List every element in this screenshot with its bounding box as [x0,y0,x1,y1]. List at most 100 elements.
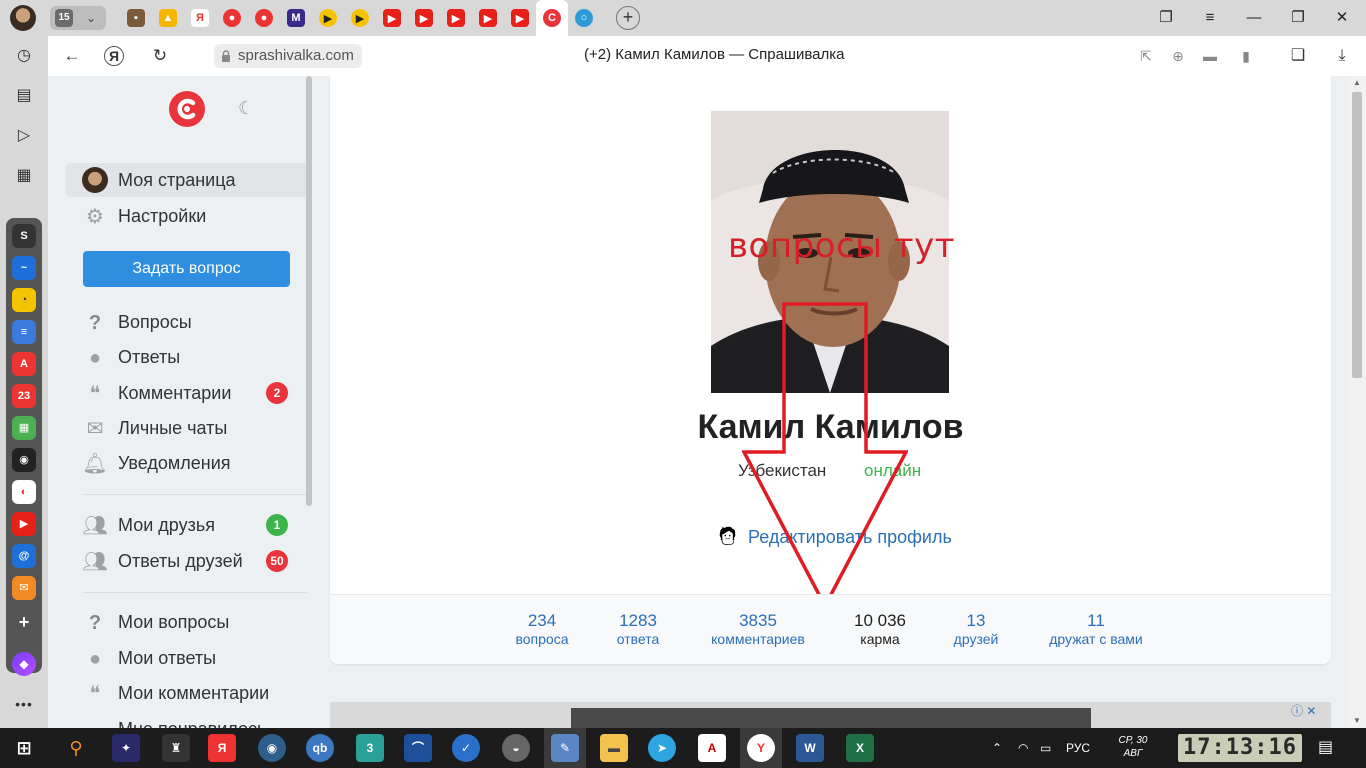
nav-notifications[interactable]: 🔔︎ Уведомления [66,446,308,480]
grid-app-icon[interactable]: ▦ [12,416,36,440]
dark-mode-toggle-icon[interactable]: ☾ [238,98,258,118]
tab-10[interactable]: ▶ [408,0,440,36]
translate-app-icon[interactable]: A [12,352,36,376]
language-indicator[interactable]: РУС [1066,728,1090,768]
nav-questions[interactable]: ? Вопросы [66,305,308,339]
user-avatar[interactable] [10,5,36,31]
nav-private-chats[interactable]: ✉ Личные чаты [66,411,308,445]
url-field[interactable]: sprashivalka.com [214,44,362,68]
stat-friends[interactable]: 13 друзей [946,611,1006,647]
nav-my-comments[interactable]: ❝ Мои комментарии [66,676,308,710]
yandex-home-icon[interactable]: Я [104,46,124,66]
app-3-icon[interactable]: 3 [356,734,384,762]
search-icon[interactable]: ⚲ [62,734,90,762]
mail-app-icon[interactable]: ✉ [12,576,36,600]
minimize-icon[interactable]: — [1232,0,1276,36]
paint-icon[interactable]: ✎ [551,734,579,762]
services-grid-icon[interactable]: ▦ [12,164,36,188]
tab-3[interactable]: Я [184,0,216,36]
reviews-icon[interactable]: ▬ [1200,46,1220,66]
reload-icon[interactable]: ↻ [148,44,172,68]
tab-active-sprashivalka[interactable]: C [536,0,568,36]
info-icon[interactable]: ⓘ [1291,704,1303,718]
youtube-app-icon[interactable]: ▶ [12,512,36,536]
tab-4[interactable]: ● [216,0,248,36]
notifications-icon[interactable]: ▤ [1318,728,1333,768]
excel-icon[interactable]: X [846,734,874,762]
windows-start-icon[interactable]: ⊞ [10,734,38,762]
wifi-icon[interactable]: ◠ [1018,728,1028,768]
media-icon[interactable]: ▷ [12,124,36,148]
wave-app-icon[interactable]: ~ [12,256,36,280]
tab-13[interactable]: ▶ [504,0,536,36]
stat-comments[interactable]: 3835 комментариев [702,611,814,647]
nav-my-answers[interactable]: ● Мои ответы [66,641,308,675]
app-check-icon[interactable]: ✓ [452,734,480,762]
music-app-icon[interactable]: ◐ [12,480,36,504]
acrobat-icon[interactable]: A [698,734,726,762]
close-icon[interactable]: ✕ [1306,704,1316,718]
app-eye-icon[interactable]: ◉ [258,734,286,762]
scroll-thumb[interactable] [1352,92,1362,378]
stat-questions[interactable]: 234 вопроса [512,611,572,647]
new-tab-button[interactable]: + [616,6,640,30]
tab-1[interactable]: ▪ [120,0,152,36]
date-display[interactable]: СР, 30 АВГ [1110,734,1156,760]
nav-answers[interactable]: ● Ответы [66,340,308,374]
alice-icon[interactable]: ◆ [12,652,36,676]
scroll-down-icon[interactable]: ▼ [1348,714,1366,728]
collections-add-icon[interactable]: ❏ [1288,46,1308,66]
restore-icon[interactable]: ❐ [1276,0,1320,36]
yandex-taskbar-icon[interactable]: Я [208,734,236,762]
nav-comments[interactable]: ❝ Комментарии 2 [66,376,308,410]
tab-12[interactable]: ▶ [472,0,504,36]
app-tower-icon[interactable]: ♜ [162,734,190,762]
word-icon[interactable]: W [796,734,824,762]
nav-my-friends[interactable]: 👥︎ Мои друзья 1 [66,508,308,542]
tray-expand-icon[interactable]: ⌃ [992,728,1002,768]
dark-app-icon[interactable]: ◉ [12,448,36,472]
stat-followers[interactable]: 11 дружат с вами [1038,611,1154,647]
tab-9[interactable]: ▶ [376,0,408,36]
ask-question-button[interactable]: Задать вопрос [83,251,290,287]
page-scrollbar[interactable]: ▲ ▼ [1348,76,1366,728]
add-app-icon[interactable]: + [12,610,36,634]
close-icon[interactable]: ✕ [1320,0,1364,36]
tab-6[interactable]: M [280,0,312,36]
tab-groups-button[interactable]: 15 ⌄ [50,6,106,30]
app-galaxy-icon[interactable]: ✦ [112,734,140,762]
bookmark-icon[interactable]: ▮ [1236,46,1256,66]
nav-liked[interactable]: ▬ Мне понравилось [66,712,308,728]
translate-icon[interactable]: ⊕ [1168,46,1188,66]
nav-my-page[interactable]: Моя страница [66,163,308,197]
s-app-icon[interactable]: S [12,224,36,248]
clock[interactable]: 17:13:16 [1178,734,1302,762]
menu-icon[interactable]: ≡ [1188,0,1232,36]
app-disk-icon[interactable]: ◒ [502,734,530,762]
tab-8[interactable]: ▶ [344,0,376,36]
explorer-folder-icon[interactable]: ▬ [600,734,628,762]
mail-at-app-icon[interactable]: @ [12,544,36,568]
stat-answers[interactable]: 1283 ответа [612,611,664,647]
download-icon[interactable]: ⤓ [1332,46,1352,66]
tab-7[interactable]: ▶ [312,0,344,36]
more-icon[interactable]: ••• [12,692,36,716]
scroll-up-icon[interactable]: ▲ [1348,76,1366,90]
clock-app-icon[interactable]: ◔ [12,288,36,312]
back-icon[interactable]: ← [60,44,84,68]
yandex-browser-icon[interactable]: Y [747,734,775,762]
ad-banner[interactable]: ⓘ ✕ [330,702,1331,728]
tab-5[interactable]: ● [248,0,280,36]
bookmarks-panel-icon[interactable]: ❐ [1144,0,1188,36]
notes-app-icon[interactable]: ≡ [12,320,36,344]
telegram-icon[interactable]: ➤ [648,734,676,762]
history-icon[interactable]: ◷ [12,44,36,68]
battery-icon[interactable]: ▭ [1040,728,1051,768]
collections-icon[interactable]: ▤ [12,84,36,108]
tab-11[interactable]: ▶ [440,0,472,36]
qbittorrent-icon[interactable]: qb [306,734,334,762]
sidebar-scrollbar[interactable] [306,76,312,506]
share-icon[interactable]: ⇱ [1136,46,1156,66]
calendar-app-icon[interactable]: 23 [12,384,36,408]
sprashivalka-logo[interactable] [168,90,206,128]
